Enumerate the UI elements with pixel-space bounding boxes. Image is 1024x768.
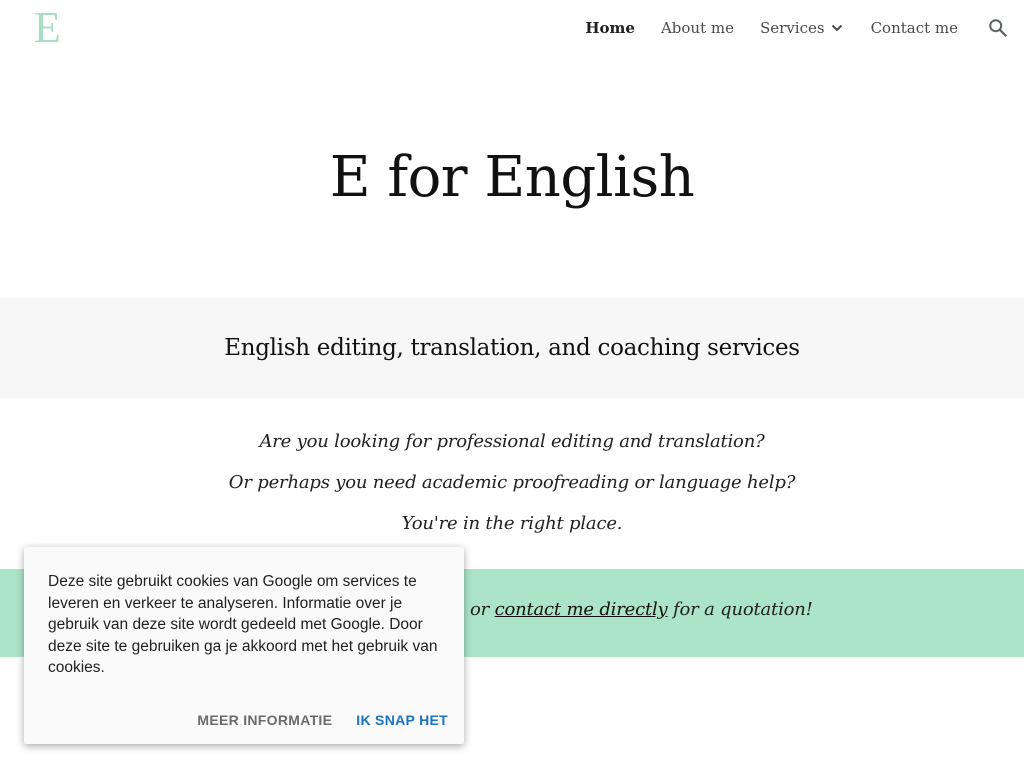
nav-item-services[interactable]: Services bbox=[760, 19, 845, 37]
cookie-dialog: Deze site gebruikt cookies van Google om… bbox=[24, 547, 464, 744]
cta-text: or contact me directly for a quotation! bbox=[470, 599, 813, 620]
intro-line: You're in the right place. bbox=[401, 513, 623, 534]
search-icon[interactable] bbox=[986, 16, 1010, 40]
intro-line: Are you looking for professional editing… bbox=[259, 431, 765, 452]
main-nav: Home About me Services Contact me bbox=[585, 0, 1024, 56]
accept-cookies-button[interactable]: IK SNAP HET bbox=[356, 712, 448, 728]
more-info-button[interactable]: MEER INFORMATIE bbox=[197, 712, 332, 728]
hero-section: E for English bbox=[0, 56, 1024, 298]
nav-item-about-me[interactable]: About me bbox=[661, 19, 734, 37]
page-subtitle: English editing, translation, and coachi… bbox=[224, 335, 800, 361]
intro-line: Or perhaps you need academic proofreadin… bbox=[228, 472, 796, 493]
nav-item-home[interactable]: Home bbox=[585, 19, 635, 37]
site-logo[interactable]: E bbox=[34, 2, 61, 54]
cta-suffix: for a quotation! bbox=[667, 599, 813, 620]
cookie-actions: MEER INFORMATIE IK SNAP HET bbox=[197, 712, 448, 728]
nav-item-services-label: Services bbox=[759, 19, 825, 37]
subtitle-band: English editing, translation, and coachi… bbox=[0, 298, 1024, 398]
intro-section: Are you looking for professional editing… bbox=[0, 420, 1024, 543]
cookie-message: Deze site gebruikt cookies van Google om… bbox=[48, 573, 438, 676]
contact-me-link[interactable]: contact me directly bbox=[495, 599, 668, 620]
page-title: E for English bbox=[329, 144, 695, 210]
cta-prefix: or bbox=[470, 599, 495, 620]
chevron-down-icon[interactable] bbox=[829, 20, 845, 36]
site-header: E Home About me Services Contact me bbox=[0, 0, 1024, 56]
nav-item-contact-me[interactable]: Contact me bbox=[871, 19, 958, 37]
